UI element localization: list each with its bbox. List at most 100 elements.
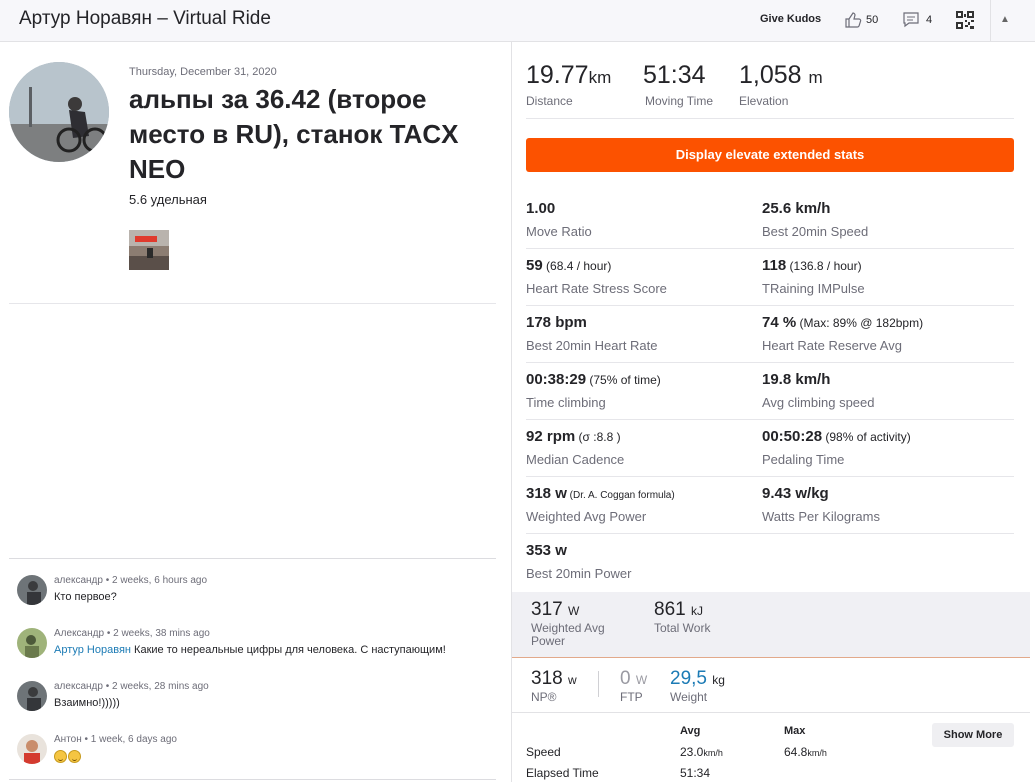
comment-avatar[interactable] <box>17 628 47 658</box>
cell-number: 64.8 <box>784 745 808 759</box>
np-number: 318 <box>531 668 563 689</box>
ftp-value[interactable]: 0 W <box>620 668 647 690</box>
weight-value[interactable]: 29,5 kg <box>670 668 725 690</box>
avatar-photo-icon <box>9 62 109 162</box>
cell-number: 23.0 <box>680 745 704 759</box>
comment-author[interactable]: Александр <box>54 628 104 639</box>
elevate-extended-stats-button[interactable]: Display elevate extended stats <box>526 138 1014 172</box>
distance-number: 19.77 <box>526 61 589 89</box>
page-title: Артур Норавян – Virtual Ride <box>19 8 271 29</box>
distance-unit: km <box>588 68 612 87</box>
stat-main: 00:50:28 <box>762 428 823 445</box>
weight-label: Weight <box>670 690 708 704</box>
comment-text: Артур Норавян Какие то нереальные цифры … <box>54 644 446 656</box>
comment-avatar[interactable] <box>17 734 47 764</box>
comment-meta: Александр • 2 weeks, 38 mins ago <box>54 628 210 639</box>
comments-top-divider <box>9 558 496 559</box>
comment-text: Взаимно!))))) <box>54 697 120 709</box>
thumbs-up-icon[interactable] <box>843 10 863 30</box>
stat-main: 318 w <box>526 485 567 502</box>
stat-label: Move Ratio <box>526 224 592 239</box>
stat-main: 74 % <box>762 314 797 331</box>
weighted-avg-power-label: Weighted Avg Power <box>531 621 605 648</box>
stat-label: Median Cadence <box>526 452 625 467</box>
stat-value: 353 w <box>526 542 567 559</box>
stat-main: 178 bpm <box>526 314 587 331</box>
power-summary-box: 317 W Weighted Avg Power 861 kJ Total Wo… <box>512 592 1030 658</box>
comment-time: • 2 weeks, 28 mins ago <box>102 681 209 692</box>
stat-value: 74 % (Max: 89% @ 182bpm) <box>762 314 923 331</box>
ftp-number: 0 <box>620 668 631 689</box>
table-cell-avg: 23.0km/h <box>680 745 723 759</box>
stat-label: Pedaling Time <box>762 452 845 467</box>
show-more-button[interactable]: Show More <box>932 723 1014 747</box>
ftp-label: FTP <box>620 690 643 704</box>
total-work-label: Total Work <box>654 621 711 635</box>
stat-label: Avg climbing speed <box>762 395 875 410</box>
comment-author[interactable]: Антон <box>54 734 82 745</box>
stat-row-divider <box>526 362 1014 363</box>
stat-row-divider <box>526 533 1014 534</box>
activity-title: альпы за 36.42 (второе место в RU), стан… <box>129 84 459 184</box>
stat-value: 178 bpm <box>526 314 587 331</box>
comment-time: • 2 weeks, 38 mins ago <box>104 628 210 639</box>
stat-extra: (Dr. A. Coggan formula) <box>566 490 675 501</box>
stat-value: 59 (68.4 / hour) <box>526 257 611 274</box>
give-kudos-button[interactable]: Give Kudos <box>760 13 821 25</box>
activity-photo-thumbnail[interactable] <box>129 230 169 270</box>
elevation-number: 1,058 <box>739 61 802 89</box>
comment-meta: александр • 2 weeks, 28 mins ago <box>54 681 209 692</box>
stat-value: 92 rpm (σ :8.8 ) <box>526 428 621 445</box>
distance-value: 19.77km <box>526 61 611 90</box>
weight-unit: kg <box>712 673 725 687</box>
stat-value: 318 w (Dr. A. Coggan formula) <box>526 485 675 502</box>
comment-author[interactable]: александр <box>54 575 103 586</box>
comment-author[interactable]: александр <box>54 681 103 692</box>
stat-main: 118 <box>762 257 787 274</box>
stat-row-divider <box>526 305 1014 306</box>
comment-avatar[interactable] <box>17 575 47 605</box>
elevation-value: 1,058 m <box>739 61 823 90</box>
stat-label: Best 20min Power <box>526 566 632 581</box>
activity-description: 5.6 удельная <box>129 192 207 207</box>
kudos-count[interactable]: 50 <box>866 14 878 26</box>
np-divider <box>598 671 599 697</box>
stat-label: Best 20min Speed <box>762 224 869 239</box>
stat-value: 1.00 <box>526 200 555 217</box>
stat-label: Best 20min Heart Rate <box>526 338 658 353</box>
stat-extra: (98% of activity) <box>822 430 911 444</box>
comment-count[interactable]: 4 <box>926 14 932 26</box>
stat-row-divider <box>526 419 1014 420</box>
header-divider <box>990 0 991 42</box>
power-number: 317 <box>531 599 563 620</box>
power-unit: W <box>567 604 580 618</box>
collapse-caret-icon[interactable]: ▲ <box>1000 14 1010 25</box>
comment-text <box>54 750 82 764</box>
stat-value: 118 (136.8 / hour) <box>762 257 862 274</box>
comment-text: Кто первое? <box>54 591 117 603</box>
stat-main: 19.8 km/h <box>762 371 831 388</box>
column-divider <box>511 42 512 782</box>
table-cell-avg: 51:34 <box>680 766 711 780</box>
comment-body: Какие то нереальные цифры для человека. … <box>130 644 446 656</box>
work-number: 861 <box>654 599 686 620</box>
stat-label: Heart Rate Stress Score <box>526 281 667 296</box>
stat-label: Heart Rate Reserve Avg <box>762 338 902 353</box>
stat-value: 19.8 km/h <box>762 371 830 388</box>
smile-emoji-icon <box>68 750 81 763</box>
moving-time-label: Moving Time <box>645 94 714 108</box>
cell-unit: km/h <box>703 748 723 758</box>
stat-extra: (75% of time) <box>586 373 661 387</box>
qr-code-icon[interactable] <box>956 11 974 29</box>
athlete-avatar[interactable] <box>9 62 109 162</box>
ftp-unit: W <box>635 673 648 687</box>
stat-extra: (136.8 / hour) <box>786 259 862 273</box>
comment-item: Антон • 1 week, 6 days ago <box>17 734 497 774</box>
comment-icon[interactable] <box>902 11 920 29</box>
comment-avatar[interactable] <box>17 681 47 711</box>
weight-number: 29,5 <box>670 668 707 689</box>
elevation-label: Elevation <box>739 94 789 108</box>
stat-value: 25.6 km/h <box>762 200 830 217</box>
stat-label: Weighted Avg Power <box>526 509 647 524</box>
comment-mention-link[interactable]: Артур Норавян <box>54 644 131 656</box>
